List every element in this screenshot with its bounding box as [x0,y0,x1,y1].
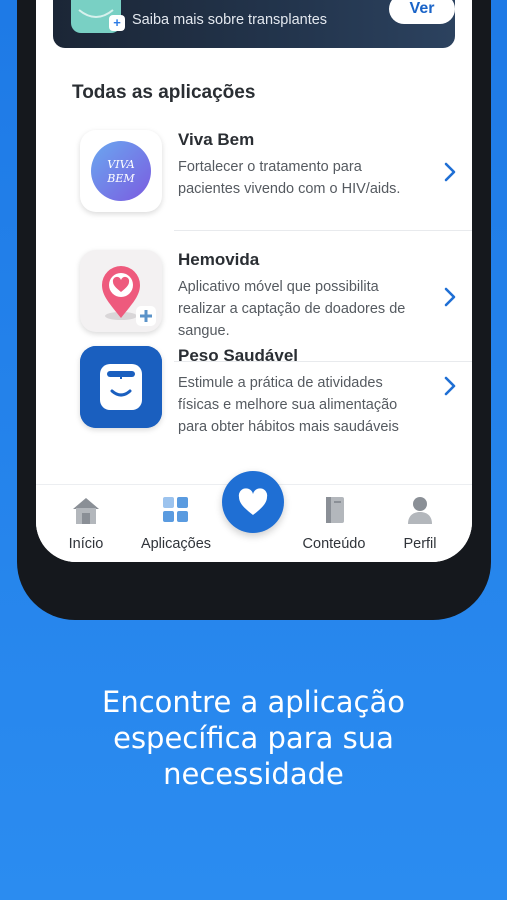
app-title: Viva Bem [178,130,255,149]
app-description: Fortalecer o tratamento para pacientes v… [178,159,401,197]
tab-label: Perfil [403,536,437,552]
app-title: Hemovida [178,250,260,269]
app-item-viva-bem[interactable]: VIVA BEM Viva Bem Fortalecer o tratament… [80,130,472,214]
app-item-peso-saudavel[interactable]: Peso Saudável Estimule a prática de ativ… [80,346,472,435]
caption-line: específica para sua [113,721,394,755]
promo-caption: Encontre a aplicação específica para sua… [0,684,507,792]
app-description: Aplicativo móvel que possibilita realiza… [178,279,406,339]
svg-text:BEM: BEM [106,172,135,185]
tab-aplicacoes[interactable]: Aplicações [134,495,218,552]
divider [174,230,472,231]
scale-face-icon [80,346,162,428]
tab-label: Aplicações [140,536,212,552]
bottom-tab-bar: Início Aplicações Conteúdo Perfil [36,471,472,562]
plus-icon: + [109,15,125,31]
tab-label: Conteúdo [302,536,366,552]
banner-view-button[interactable]: Ver [389,0,455,24]
heart-location-pin-icon [80,250,162,332]
tab-conteudo[interactable]: Conteúdo [296,495,372,552]
tab-perfil[interactable]: Perfil [398,495,442,552]
tab-inicio[interactable]: Início [64,495,108,552]
app-description: Estimule a prática de atividades físicas… [178,375,399,435]
viva-bem-logo-icon: VIVA BEM [80,130,162,212]
book-icon [326,497,344,523]
transplant-icon: + [71,0,125,33]
chevron-right-icon[interactable] [442,374,458,398]
caption-line: necessidade [163,757,344,791]
caption-line: Encontre a aplicação [102,685,405,719]
app-screen: + Saiba mais sobre transplantes Ver Toda… [36,0,472,562]
chevron-right-icon[interactable] [442,160,458,184]
heart-icon [238,488,268,515]
svg-text:VIVA: VIVA [107,158,134,171]
banner-subtitle: Saiba mais sobre transplantes [132,12,328,28]
banner-card[interactable]: + Saiba mais sobre transplantes Ver [53,0,455,48]
chevron-right-icon[interactable] [442,285,458,309]
phone-frame: + Saiba mais sobre transplantes Ver Toda… [17,0,491,620]
section-title: Todas as aplicações [72,82,256,103]
home-icon [73,498,99,524]
favorites-heart-button[interactable] [222,471,284,533]
apps-grid-icon [163,497,188,522]
user-icon [408,497,432,524]
app-item-hemovida[interactable]: Hemovida Aplicativo móvel que possibilit… [80,250,472,339]
tab-label: Início [68,536,104,552]
app-title: Peso Saudável [178,346,299,365]
